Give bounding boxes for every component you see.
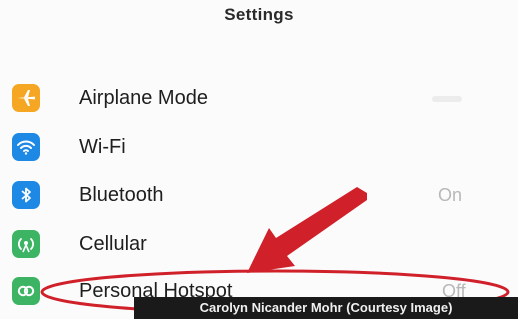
airplane-mode-label: Airplane Mode	[79, 87, 208, 109]
settings-item-bluetooth[interactable]: Bluetooth On	[0, 177, 518, 221]
settings-item-wifi[interactable]: Wi-Fi	[0, 129, 518, 173]
page-title: Settings	[224, 5, 294, 24]
airplane-icon	[12, 84, 40, 112]
bluetooth-label: Bluetooth	[79, 184, 164, 206]
settings-item-airplane-mode[interactable]: Airplane Mode	[0, 80, 518, 124]
wifi-icon	[12, 133, 40, 161]
cellular-icon	[12, 230, 40, 258]
bluetooth-status: On	[438, 185, 463, 205]
hotspot-icon	[12, 277, 40, 305]
photo-credit-caption: Carolyn Nicander Mohr (Courtesy Image)	[134, 297, 518, 319]
cellular-label: Cellular	[79, 233, 147, 255]
airplane-mode-toggle[interactable]	[432, 96, 462, 102]
bluetooth-icon	[12, 181, 40, 209]
wifi-label: Wi-Fi	[79, 136, 126, 158]
settings-item-cellular[interactable]: Cellular	[0, 226, 518, 270]
